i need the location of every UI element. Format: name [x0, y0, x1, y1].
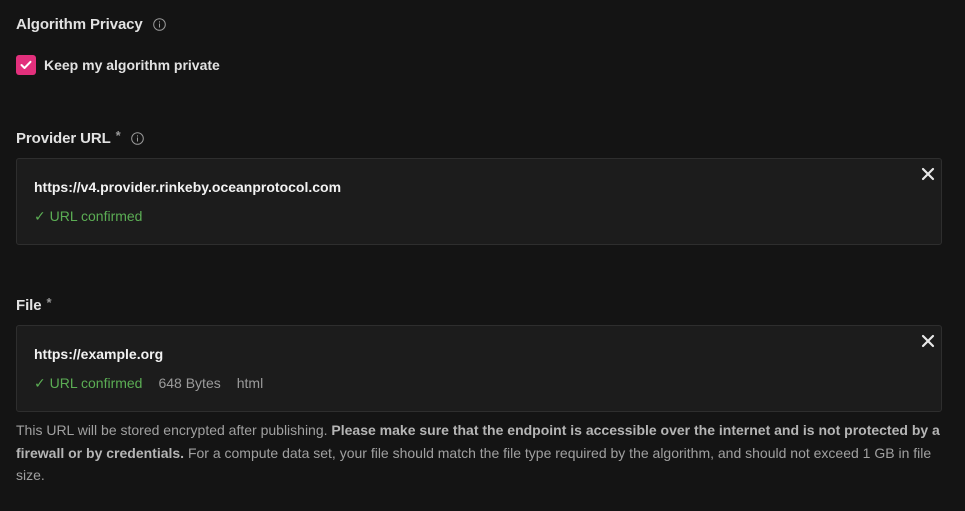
file-help-text: This URL will be stored encrypted after …: [16, 419, 946, 487]
algorithm-privacy-label: Algorithm Privacy: [16, 16, 166, 33]
provider-url-meta: ✓ URL confirmed: [34, 208, 142, 225]
file-label: File *: [16, 295, 52, 314]
file-url-value: https://example.org: [34, 346, 164, 362]
file-size: 648 Bytes: [158, 375, 221, 391]
file-meta: ✓ URL confirmed 648 Bytes html: [34, 375, 263, 392]
provider-url-value: https://v4.provider.rinkeby.oceanprotoco…: [34, 179, 342, 195]
info-icon[interactable]: [152, 18, 166, 31]
keep-private-label[interactable]: Keep my algorithm private: [44, 57, 220, 73]
provider-url-label: Provider URL *: [16, 128, 144, 147]
close-icon[interactable]: [921, 334, 935, 348]
check-icon: [20, 60, 32, 69]
required-mark: *: [115, 128, 121, 143]
provider-url-status: ✓ URL confirmed: [34, 208, 143, 224]
file-url-box: https://example.org ✓ URL confirmed 648 …: [16, 325, 942, 412]
algorithm-privacy-label-text: Algorithm Privacy: [16, 16, 143, 33]
file-url-status: ✓ URL confirmed: [34, 375, 143, 391]
info-icon[interactable]: [130, 132, 144, 145]
provider-url-label-text: Provider URL: [16, 130, 111, 147]
keep-private-checkbox-row[interactable]: Keep my algorithm private: [16, 55, 220, 75]
provider-url-box: https://v4.provider.rinkeby.oceanprotoco…: [16, 158, 942, 245]
close-icon[interactable]: [921, 167, 935, 181]
algorithm-form: Algorithm Privacy Keep my algorithm priv…: [0, 0, 965, 511]
keep-private-checkbox[interactable]: [16, 55, 36, 75]
file-label-text: File: [16, 297, 42, 314]
required-mark: *: [46, 295, 52, 310]
file-type: html: [236, 375, 264, 391]
help-text-normal-1: This URL will be stored encrypted after …: [16, 422, 332, 438]
